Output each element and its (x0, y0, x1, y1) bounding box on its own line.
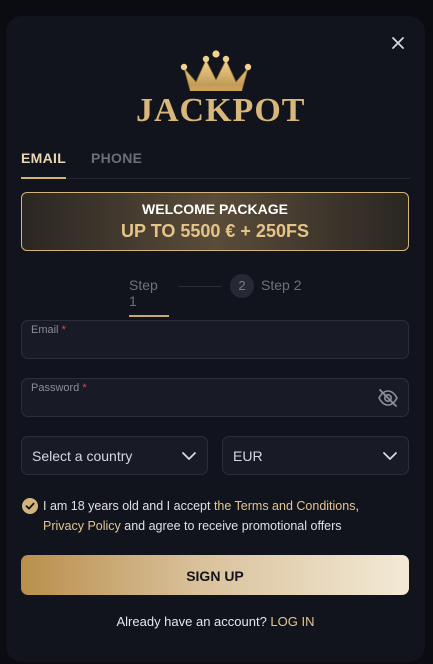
consent-text: I am 18 years old and I accept the Terms… (43, 499, 359, 533)
jackpot-logo: JACKPOT (136, 50, 306, 130)
checkmark-icon (25, 502, 35, 510)
chevron-down-icon (383, 452, 397, 460)
country-select[interactable]: Select a country (21, 436, 208, 475)
currency-select[interactable]: EUR (222, 436, 409, 475)
step-divider (178, 286, 222, 287)
sign-up-button[interactable]: SIGN UP (21, 555, 409, 595)
country-select-value: Select a country (32, 448, 133, 464)
log-in-link[interactable]: LOG IN (270, 614, 314, 629)
step-2-number: 2 (230, 274, 254, 298)
crown-icon (180, 50, 252, 91)
password-field[interactable]: Password * (21, 378, 409, 417)
email-label: Email * (31, 324, 66, 336)
signup-modal: JACKPOT EMAIL PHONE WELCOME PACKAGE UP T… (6, 16, 425, 662)
promo-title: WELCOME PACKAGE (142, 201, 288, 217)
step-1-label: Step 1 (129, 277, 169, 317)
password-label: Password * (31, 382, 87, 394)
logo-wordmark: JACKPOT (136, 92, 306, 129)
step-2-label: Step 2 (261, 277, 302, 293)
age-consent-checkbox[interactable] (22, 498, 38, 514)
tab-phone[interactable]: PHONE (91, 150, 142, 177)
welcome-package-banner: WELCOME PACKAGE UP TO 5500 € + 250FS (21, 192, 409, 251)
close-icon[interactable] (389, 34, 407, 52)
privacy-policy-link[interactable]: Privacy Policy (43, 519, 121, 533)
password-input[interactable] (31, 396, 368, 414)
email-field[interactable]: Email * (21, 320, 409, 359)
tab-email[interactable]: EMAIL (21, 150, 67, 179)
login-method-tabs: EMAIL PHONE (21, 148, 410, 179)
login-prompt: Already have an account? LOG IN (116, 614, 315, 629)
email-input[interactable] (31, 338, 368, 356)
promo-subtitle: UP TO 5500 € + 250FS (121, 221, 309, 241)
eye-slash-icon[interactable] (377, 388, 399, 408)
terms-link[interactable]: the Terms and Conditions (214, 499, 356, 513)
chevron-down-icon (182, 452, 196, 460)
step-indicator: Step 1 2 Step 2 (6, 274, 425, 317)
currency-select-value: EUR (233, 448, 263, 464)
